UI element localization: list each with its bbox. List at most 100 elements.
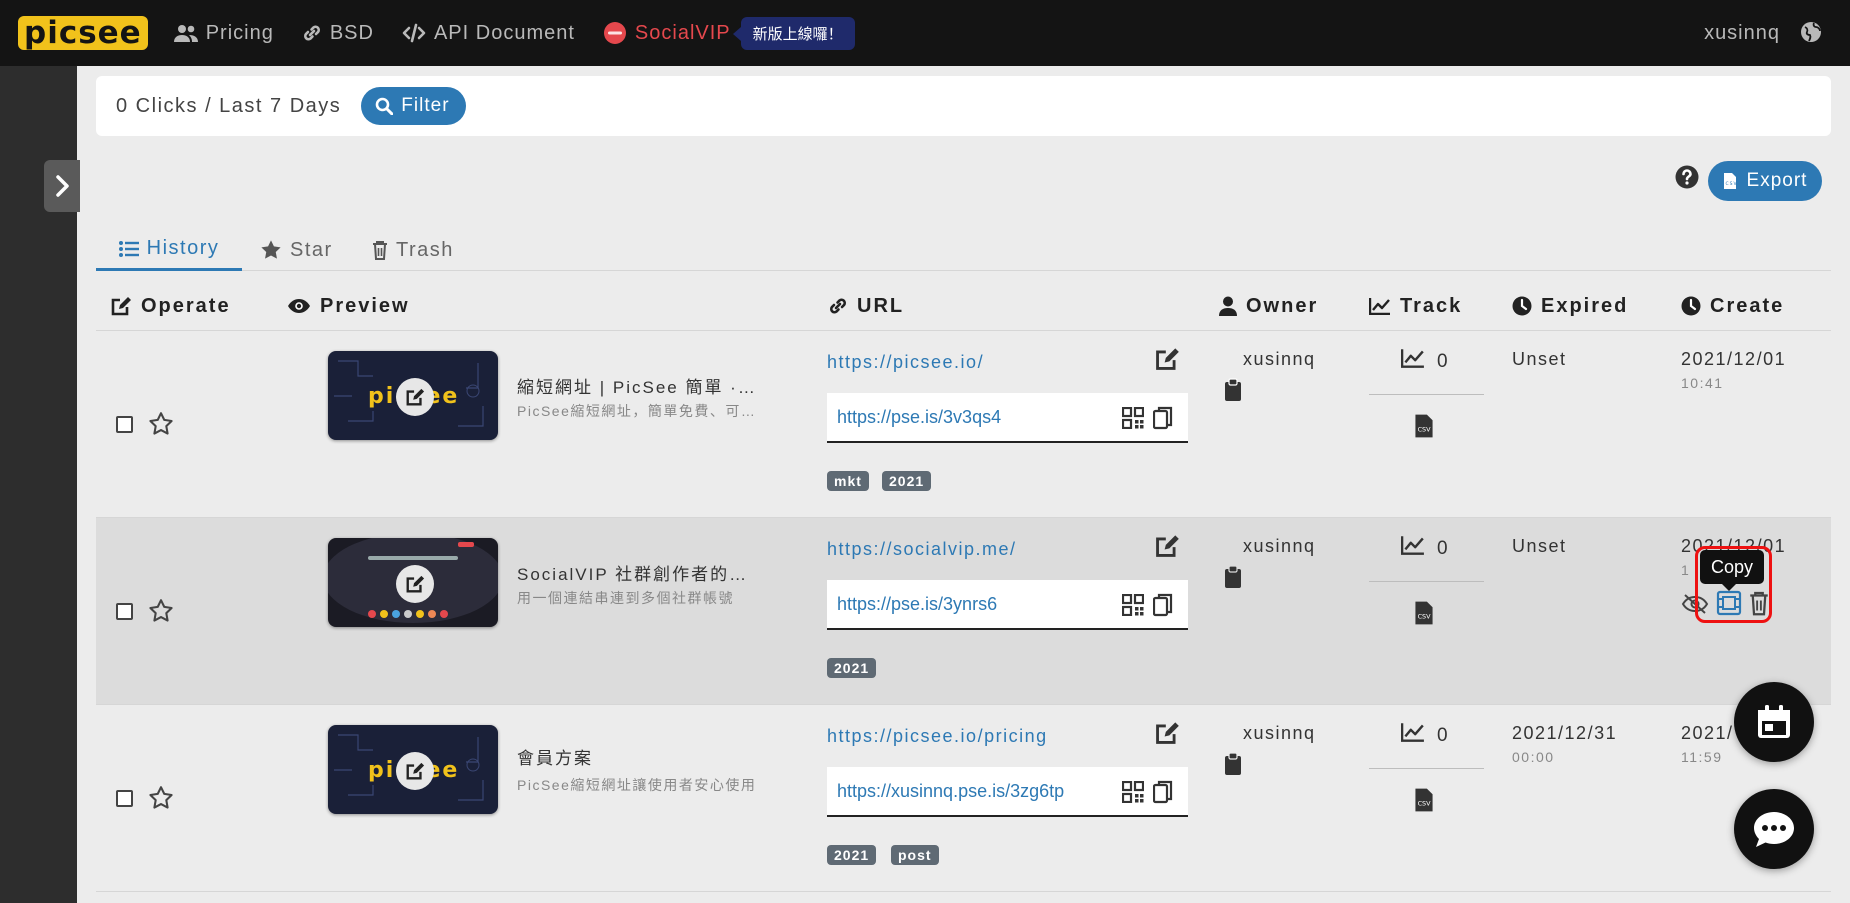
line-chart-icon[interactable] — [1400, 722, 1425, 747]
tab-history[interactable]: History — [96, 229, 242, 271]
nav-pricing[interactable]: Pricing — [173, 22, 274, 45]
star-outline-icon[interactable] — [148, 785, 174, 816]
sidebar-toggle-button[interactable] — [44, 160, 80, 212]
link-icon — [828, 296, 848, 316]
expired-value: Unset — [1512, 536, 1567, 556]
export-button[interactable]: CSV Export — [1708, 161, 1822, 201]
line-chart-icon[interactable] — [1400, 348, 1425, 373]
row-checkbox[interactable] — [116, 790, 133, 807]
track-count: 0 — [1437, 351, 1448, 372]
nav-bsd[interactable]: BSD — [302, 22, 374, 45]
track-count: 0 — [1437, 725, 1448, 746]
code-icon — [402, 23, 426, 43]
column-create: Create — [1681, 281, 1784, 331]
short-url-field[interactable]: https://xusinnq.pse.is/3zg6tp — [827, 767, 1188, 817]
tag-badge[interactable]: 2021 — [827, 658, 877, 678]
top-navbar: picsee Pricing BSD API Document SocialVI… — [0, 0, 1850, 66]
username[interactable]: xusinnq — [1704, 22, 1780, 45]
users-icon — [173, 23, 198, 43]
preview-thumbnail[interactable]: picsee — [328, 725, 498, 814]
clipboard-icon[interactable] — [1224, 565, 1242, 594]
calendar-fab-button[interactable] — [1734, 682, 1814, 762]
clipboard-icon[interactable] — [1224, 378, 1242, 407]
row-checkbox[interactable] — [116, 416, 133, 433]
tab-trash[interactable]: Trash — [372, 229, 454, 271]
qr-code-icon[interactable] — [1121, 780, 1145, 808]
help-icon[interactable] — [1675, 165, 1699, 194]
filter-bar: 0 Clicks / Last 7 Days Filter — [96, 76, 1831, 136]
edit-preview-button[interactable] — [396, 752, 434, 790]
table-header: Operate Preview URL Owner Track Expired … — [96, 281, 1831, 331]
filter-button-label: Filter — [401, 95, 450, 116]
long-url-link[interactable]: https://picsee.io/ — [827, 352, 984, 373]
clipboard-icon[interactable] — [1224, 752, 1242, 781]
preview-thumbnail[interactable]: picsee — [328, 351, 498, 440]
filter-button[interactable]: Filter — [361, 87, 466, 125]
preview-description: PicSee縮短網址，簡單免費、可追蹤 — [517, 403, 757, 419]
preview-thumbnail[interactable] — [328, 538, 498, 627]
owner-name: xusinnq — [1243, 349, 1316, 369]
tag-badge[interactable]: post — [891, 845, 939, 865]
preview-description: 用一個連結串連到多個社群帳號 — [517, 590, 734, 606]
svg-text:CSV: CSV — [1418, 426, 1432, 434]
short-url-text[interactable]: https://pse.is/3v3qs4 — [837, 407, 1001, 428]
track-divider — [1369, 768, 1484, 769]
track-count: 0 — [1437, 538, 1448, 559]
column-operate: Operate — [110, 281, 231, 331]
chat-bubble-icon — [1754, 812, 1794, 847]
nav-socialvip[interactable]: SocialVIP — [603, 21, 731, 45]
copy-icon[interactable] — [1152, 593, 1173, 622]
tag-badge[interactable]: 2021 — [882, 471, 932, 491]
edit-url-icon[interactable] — [1153, 346, 1181, 377]
picsee-logo[interactable]: picsee — [18, 16, 148, 50]
short-url-text[interactable]: https://pse.is/3ynrs6 — [837, 594, 997, 615]
expired-value: 2021/12/31 — [1512, 723, 1618, 743]
column-owner: Owner — [1219, 281, 1318, 331]
svg-text:CSV: CSV — [1418, 800, 1432, 808]
short-url-field[interactable]: https://pse.is/3v3qs4 — [827, 393, 1188, 443]
edit-preview-button[interactable] — [396, 378, 434, 416]
star-outline-icon[interactable] — [148, 598, 174, 629]
short-url-field[interactable]: https://pse.is/3ynrs6 — [827, 580, 1188, 630]
qr-code-icon[interactable] — [1121, 406, 1145, 434]
clock-icon — [1681, 296, 1701, 316]
copy-icon[interactable] — [1152, 780, 1173, 809]
short-url-text[interactable]: https://xusinnq.pse.is/3zg6tp — [837, 781, 1064, 802]
edit-preview-button[interactable] — [396, 565, 434, 603]
nav-api-document-label: API Document — [433, 21, 575, 44]
create-date: 2021/ — [1681, 723, 1734, 743]
create-time: 11:59 — [1681, 749, 1723, 765]
nav-api-document[interactable]: API Document — [402, 22, 575, 45]
new-version-badge[interactable]: 新版上線囉！ — [732, 16, 855, 50]
preview-title: 縮短網址 | PicSee 簡單 · 好記 · 可追蹤 — [517, 378, 757, 397]
tag-badge[interactable]: 2021 — [827, 845, 877, 865]
csv-file-icon: CSV — [1723, 172, 1737, 190]
long-url-link[interactable]: https://picsee.io/pricing — [827, 726, 1048, 747]
tag-badge[interactable]: mkt — [827, 471, 869, 491]
calendar-icon — [1758, 705, 1790, 738]
column-track: Track — [1369, 281, 1462, 331]
globe-icon[interactable] — [1800, 21, 1822, 48]
table-row: picsee 縮短網址 | PicSee 簡單 · 好記 · 可追蹤 PicSe… — [96, 331, 1831, 518]
preview-title: 會員方案 — [517, 749, 593, 768]
tab-star[interactable]: Star — [260, 229, 333, 271]
chat-fab-button[interactable] — [1734, 789, 1814, 869]
line-chart-icon[interactable] — [1400, 535, 1425, 560]
edit-url-icon[interactable] — [1153, 533, 1181, 564]
svg-text:CSV: CSV — [1725, 181, 1737, 187]
row-checkbox[interactable] — [116, 603, 133, 620]
csv-file-icon[interactable]: CSV — [1414, 600, 1434, 631]
long-url-link[interactable]: https://socialvip.me/ — [827, 539, 1017, 560]
owner-name: xusinnq — [1243, 723, 1316, 743]
clock-icon — [1512, 296, 1532, 316]
edit-url-icon[interactable] — [1153, 720, 1181, 751]
star-outline-icon[interactable] — [148, 411, 174, 442]
trash-icon — [372, 240, 388, 260]
csv-file-icon[interactable]: CSV — [1414, 787, 1434, 818]
qr-code-icon[interactable] — [1121, 593, 1145, 621]
copy-icon[interactable] — [1152, 406, 1173, 435]
table-row: SocialVIP 社群創作者的連結入口 用一個連結串連到多個社群帳號 http… — [96, 518, 1831, 705]
csv-file-icon[interactable]: CSV — [1414, 413, 1434, 444]
list-icon — [118, 240, 139, 258]
star-filled-icon — [260, 239, 282, 261]
